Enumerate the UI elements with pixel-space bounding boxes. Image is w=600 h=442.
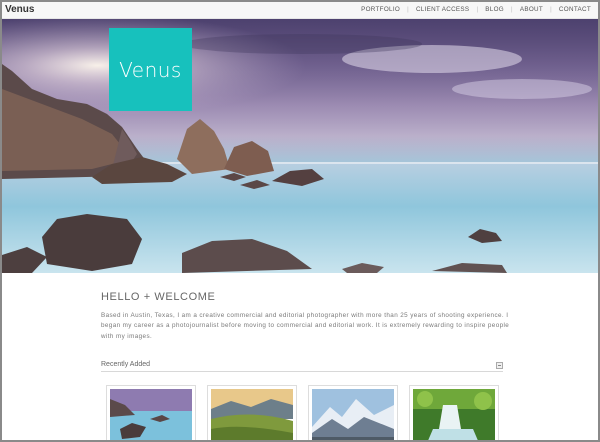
thumbnail-mountains-image bbox=[312, 389, 394, 440]
nav-item-about[interactable]: ABOUT bbox=[517, 6, 546, 13]
top-navigation-bar: Venus PORTFOLIO | CLIENT ACCESS | BLOG |… bbox=[2, 2, 598, 19]
site-logo[interactable]: Venus bbox=[109, 28, 192, 111]
thumbnail-valley[interactable] bbox=[207, 385, 297, 440]
nav-item-portfolio[interactable]: PORTFOLIO bbox=[358, 6, 403, 13]
main-nav: PORTFOLIO | CLIENT ACCESS | BLOG | ABOUT… bbox=[358, 6, 594, 13]
seascape-illustration bbox=[2, 19, 598, 273]
nav-item-client-access[interactable]: CLIENT ACCESS bbox=[413, 6, 472, 13]
collapse-icon[interactable] bbox=[496, 362, 503, 369]
recently-added-label: Recently Added bbox=[101, 361, 151, 368]
recently-added-header: Recently Added bbox=[101, 361, 503, 372]
thumbnail-valley-image bbox=[211, 389, 293, 440]
nav-separator: | bbox=[550, 6, 552, 13]
thumbnail-mountains[interactable] bbox=[308, 385, 398, 440]
intro-heading: HELLO + WELCOME bbox=[101, 291, 216, 303]
thumbnail-seascape[interactable] bbox=[106, 385, 196, 440]
intro-paragraph: Based in Austin, Texas, I am a creative … bbox=[101, 312, 510, 340]
mountains-thumb-art bbox=[312, 389, 394, 440]
nav-separator: | bbox=[407, 6, 409, 13]
nav-separator: | bbox=[476, 6, 479, 13]
thumbnail-waterfall-image bbox=[413, 389, 495, 440]
hero-image: Venus bbox=[2, 19, 598, 273]
valley-thumb-art bbox=[211, 389, 293, 440]
site-brand[interactable]: Venus bbox=[5, 4, 34, 15]
logo-text: Venus bbox=[119, 57, 182, 82]
nav-item-blog[interactable]: BLOG bbox=[482, 6, 507, 13]
nav-item-contact[interactable]: CONTACT bbox=[556, 6, 594, 13]
recent-thumbnails bbox=[106, 385, 499, 440]
thumbnail-seascape-image bbox=[110, 389, 192, 440]
seascape-thumb-art bbox=[110, 389, 192, 440]
browser-frame: Venus PORTFOLIO | CLIENT ACCESS | BLOG |… bbox=[0, 0, 600, 442]
waterfall-thumb-art bbox=[413, 389, 495, 440]
nav-separator: | bbox=[511, 6, 513, 13]
thumbnail-waterfall[interactable] bbox=[409, 385, 499, 440]
